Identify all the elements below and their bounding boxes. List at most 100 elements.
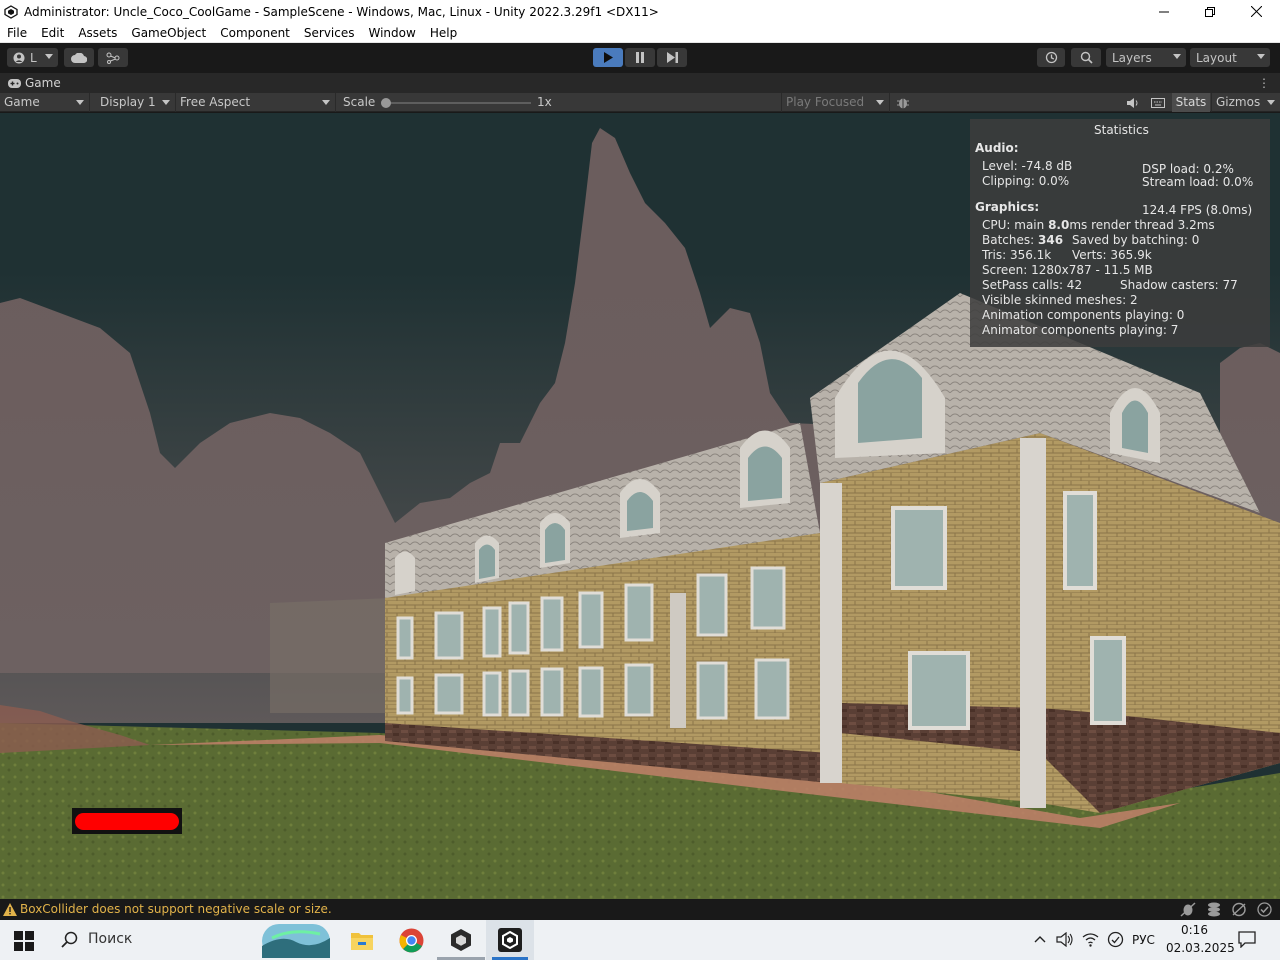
minimize-icon [1159, 11, 1169, 12]
tab-game-label: Game [25, 76, 61, 90]
menu-window[interactable]: Window [362, 26, 423, 40]
cache-server-icon[interactable] [1206, 902, 1222, 917]
bug-off-icon[interactable] [1180, 902, 1196, 917]
chevron-down-icon [162, 100, 170, 105]
display-label: Display 1 [100, 95, 156, 109]
step-button[interactable] [657, 48, 687, 67]
tab-game[interactable]: Game [0, 76, 61, 90]
layout-dropdown[interactable]: Layout [1190, 48, 1270, 67]
search-button[interactable] [1071, 48, 1101, 67]
restore-button[interactable] [1187, 0, 1233, 23]
scale-slider-track[interactable] [385, 102, 531, 104]
layout-label: Layout [1196, 50, 1237, 65]
main-toolbar: L Layers Layout [0, 43, 1280, 73]
mute-audio-button[interactable] [1126, 96, 1140, 109]
step-icon [666, 52, 678, 63]
shortcuts-button[interactable] [1151, 96, 1165, 109]
chevron-down-icon [1267, 100, 1275, 105]
statistics-panel: Statistics Audio: Level: -74.8 dB Clippi… [970, 119, 1270, 347]
play-button[interactable] [593, 48, 623, 67]
audio-level: Level: -74.8 dB [982, 159, 1073, 173]
screen-readout: Screen: 1280x787 - 11.5 MB [982, 263, 1153, 277]
skinned-meshes-readout: Visible skinned meshes: 2 [982, 293, 1138, 307]
tris-readout: Tris: 356.1k [982, 248, 1052, 262]
menu-assets[interactable]: Assets [71, 26, 124, 40]
volume-icon[interactable] [1056, 932, 1074, 947]
cpu-readout: CPU: main 8.0ms render thread 3.2ms [982, 218, 1215, 232]
speaker-icon [1127, 98, 1138, 108]
minimize-button[interactable] [1141, 0, 1187, 23]
close-button[interactable] [1233, 0, 1279, 23]
building-distant-wing [270, 598, 390, 713]
menu-edit[interactable]: Edit [34, 26, 71, 40]
menu-gameobject[interactable]: GameObject [124, 26, 213, 40]
stream-load: Stream load: 0.0% [1142, 175, 1254, 189]
clock-time[interactable]: 0:16 [1181, 923, 1208, 937]
display-dropdown[interactable]: Display 1 [96, 93, 176, 112]
graphics-header: Graphics: [975, 200, 1040, 214]
menu-bar: File Edit Assets GameObject Component Se… [0, 23, 1280, 43]
play-focused-label: Play Focused [786, 95, 865, 109]
unity-editor-taskbar-button[interactable] [486, 920, 534, 960]
saved-batching: Saved by batching: 0 [1072, 233, 1200, 247]
corner-pillar-left [820, 483, 842, 783]
menu-file[interactable]: File [0, 26, 34, 40]
notifications-icon[interactable] [1238, 931, 1256, 948]
menu-services[interactable]: Services [297, 26, 362, 40]
unity-logo-icon [4, 4, 18, 19]
console-warning-message[interactable]: BoxCollider does not support negative sc… [20, 902, 332, 916]
wifi-icon[interactable] [1082, 932, 1099, 947]
account-icon [13, 52, 25, 63]
stats-toggle[interactable]: Stats [1172, 93, 1210, 112]
game-mode-dropdown[interactable]: Game [0, 93, 90, 112]
windows-taskbar: Поиск РУС 0:16 02.03.2025 [0, 920, 1280, 960]
audio-header: Audio: [975, 141, 1019, 155]
cloud-button[interactable] [64, 48, 94, 67]
windows-start-icon[interactable] [14, 931, 34, 951]
gamepad-icon [8, 78, 21, 88]
search-icon[interactable] [61, 931, 78, 948]
unity-hub-icon[interactable] [449, 928, 473, 952]
unity-editor-icon [498, 928, 522, 952]
play-icon [604, 52, 613, 63]
scale-slider-handle[interactable] [381, 98, 391, 108]
history-button[interactable] [1037, 48, 1065, 67]
chrome-icon[interactable] [399, 928, 424, 953]
menu-help[interactable]: Help [423, 26, 464, 40]
branch-icon [106, 52, 120, 64]
chevron-down-icon [876, 100, 884, 105]
layers-dropdown[interactable]: Layers [1106, 48, 1186, 67]
file-explorer-icon[interactable] [350, 929, 374, 951]
facade-pillar [670, 593, 686, 728]
search-highlight-icon[interactable] [262, 924, 330, 958]
taskbar-search-placeholder[interactable]: Поиск [88, 931, 132, 947]
cpu-main: 8.0 [1048, 218, 1070, 232]
tab-menu-icon[interactable]: ⋮ [1258, 76, 1270, 90]
frame-debugger-button[interactable] [896, 96, 910, 109]
cloud-sync-icon[interactable] [1107, 931, 1124, 948]
cpu-prefix: CPU: main [982, 218, 1049, 232]
aspect-dropdown[interactable]: Free Aspect [176, 93, 336, 112]
batches-readout: Batches: 346 [982, 233, 1063, 247]
check-icon[interactable] [1257, 902, 1272, 917]
close-icon [1250, 6, 1262, 17]
play-focused-dropdown[interactable]: Play Focused [781, 93, 890, 112]
account-label: L [30, 50, 37, 65]
verts-readout: Verts: 365.9k [1072, 248, 1152, 262]
input-language[interactable]: РУС [1132, 933, 1155, 947]
shadow-casters-readout: Shadow casters: 77 [1120, 278, 1238, 292]
pause-icon [636, 52, 644, 63]
menu-component[interactable]: Component [213, 26, 297, 40]
animator-components-readout: Animator components playing: 7 [982, 323, 1179, 337]
clock-date[interactable]: 02.03.2025 [1166, 941, 1235, 955]
pause-button[interactable] [625, 48, 655, 67]
network-off-icon[interactable] [1231, 902, 1247, 917]
version-control-button[interactable] [98, 48, 128, 67]
health-bar-fill [75, 813, 179, 830]
chevron-up-icon[interactable] [1034, 935, 1046, 943]
gizmos-dropdown[interactable]: Gizmos [1211, 93, 1280, 112]
chevron-down-icon [1257, 54, 1265, 59]
corner-pillar-right [1020, 438, 1046, 808]
game-viewport[interactable]: Statistics Audio: Level: -74.8 dB Clippi… [0, 113, 1280, 900]
account-dropdown[interactable]: L [7, 48, 58, 67]
